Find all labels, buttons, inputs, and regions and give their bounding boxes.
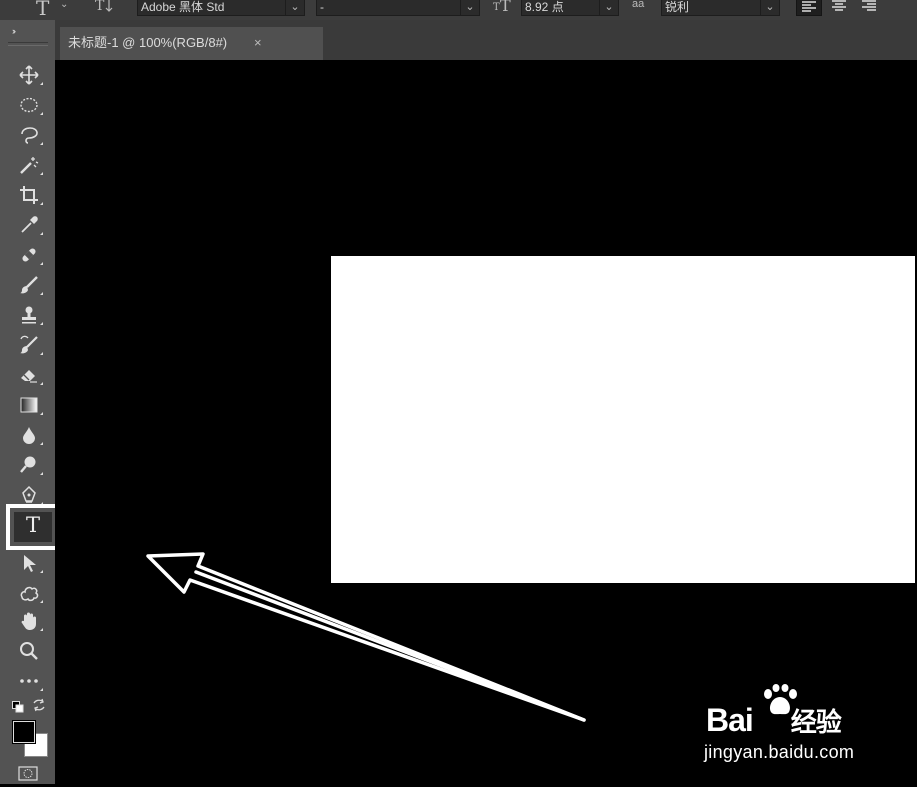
watermark-brand: Bai 经验 [706,702,842,738]
annotation-arrow [146,552,586,722]
baidu-jingyan-watermark: Bai 经验 jingyan.baidu.com [690,680,910,775]
watermark-url: jingyan.baidu.com [704,742,855,762]
